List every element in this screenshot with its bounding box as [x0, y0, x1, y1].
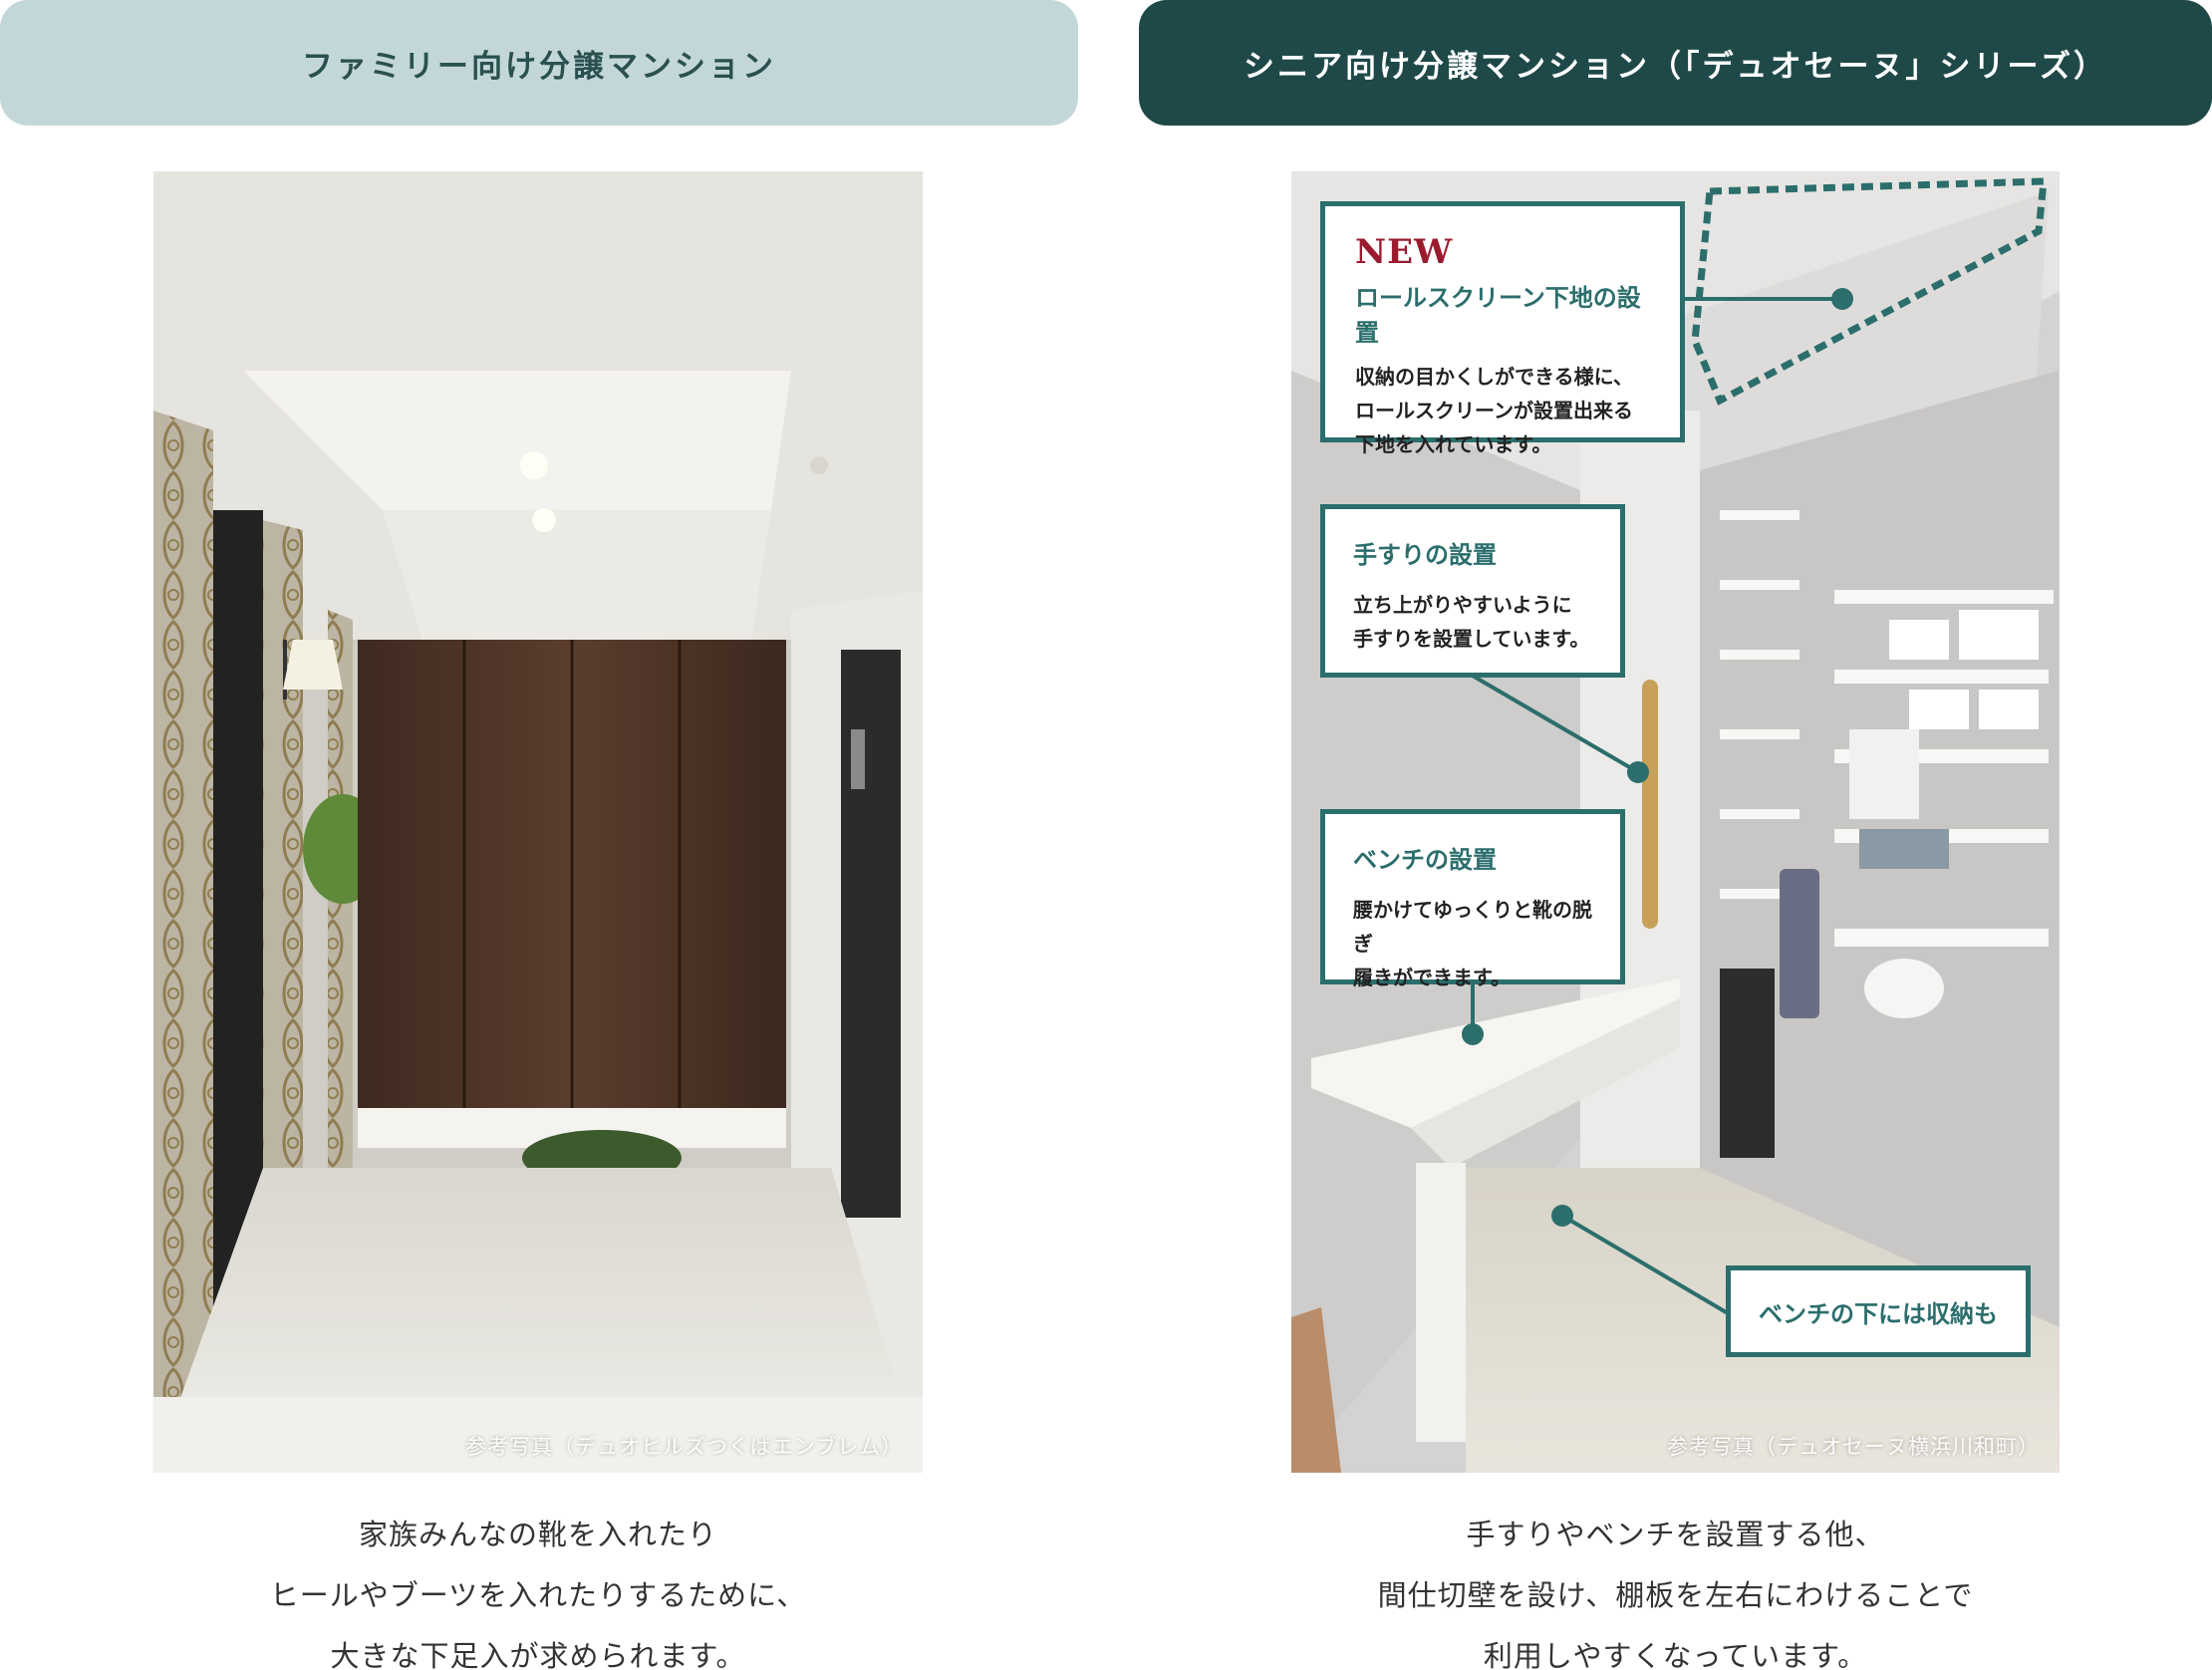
- family-caption: 家族みんなの靴を入れたり ヒールやブーツを入れたりするために、 大きな下足入が求…: [269, 1518, 807, 1670]
- callout-title: ロールスクリーン下地の設置: [1355, 283, 1641, 347]
- photo-credit: 参考写真（デュオセーヌ横浜川和町）: [1667, 1435, 2040, 1459]
- photo-credit: 参考写真（デュオヒルズつくばエンブレム）: [465, 1435, 903, 1459]
- callout-title: ベンチの下には収納も: [1759, 1298, 1998, 1328]
- tab-senior[interactable]: シニア向け分譲マンション（「デュオセーヌ」シリーズ）: [1139, 0, 2212, 126]
- tab-family[interactable]: ファミリー向け分譲マンション: [0, 0, 1078, 126]
- callout-body: 立ち上がりやすいように 手すりを設置しています。: [1353, 593, 1590, 651]
- family-entrance-photo: 参考写真（デュオヒルズつくばエンブレム）: [153, 171, 923, 1473]
- callout-handrail: 手すりの設置 立ち上がりやすいように 手すりを設置しています。: [1320, 504, 1625, 678]
- callout-body: 腰かけてゆっくりと靴の脱ぎ 履きができます。: [1353, 898, 1592, 989]
- new-badge: NEW: [1355, 232, 1454, 272]
- callout-roll-screen: NEW ロールスクリーン下地の設置 収納の目かくしができる様に、 ロールスクリー…: [1320, 201, 1685, 456]
- callout-title: 手すりの設置: [1353, 540, 1497, 569]
- callout-title: ベンチの設置: [1353, 845, 1497, 874]
- senior-caption: 手すりやベンチを設置する他、 間仕切壁を設け、棚板を左右にわけることで 利用しや…: [1377, 1518, 1974, 1670]
- callout-under-bench: ベンチの下には収納も: [1726, 1265, 2031, 1357]
- callout-body: 収納の目かくしができる様に、 ロールスクリーンが設置出来る 下地を入れています。: [1355, 365, 1633, 456]
- callout-bench: ベンチの設置 腰かけてゆっくりと靴の脱ぎ 履きができます。: [1320, 809, 1625, 989]
